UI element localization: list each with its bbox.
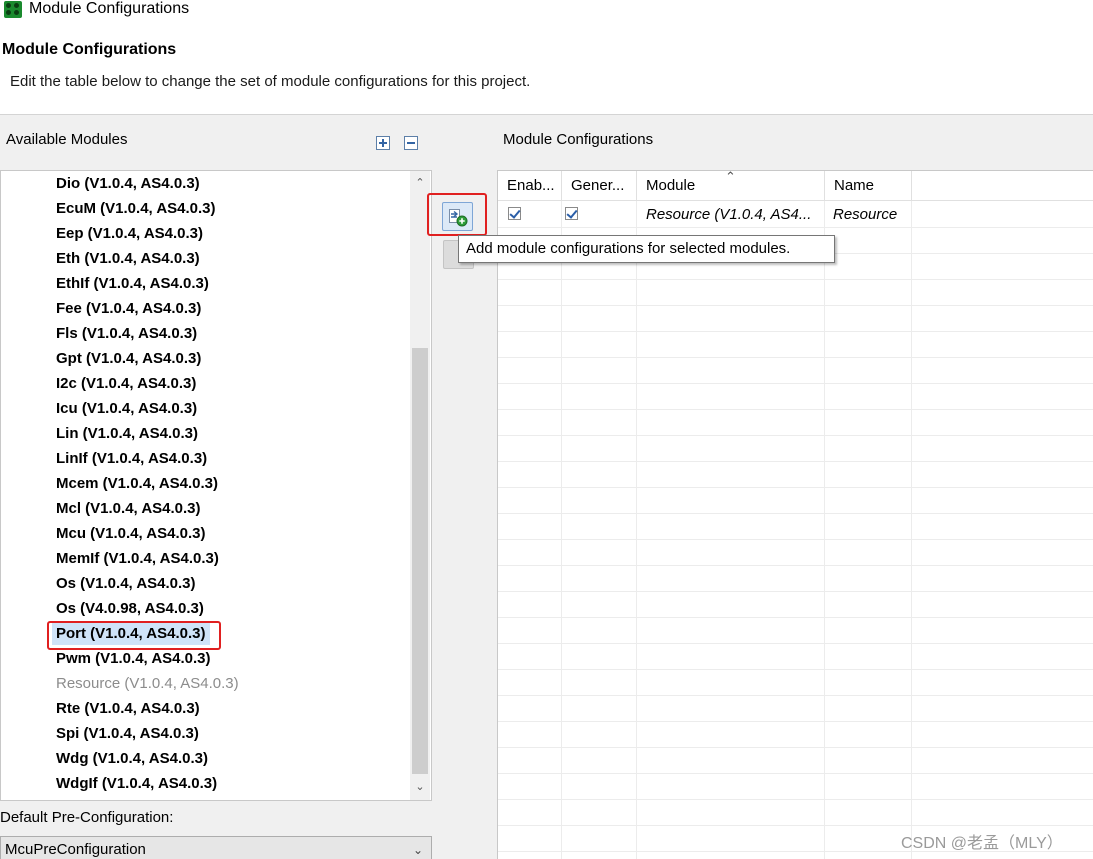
app-grid-icon bbox=[4, 1, 22, 18]
column-divider bbox=[637, 201, 825, 859]
table-grid-line bbox=[498, 539, 1093, 540]
table-grid-line bbox=[498, 747, 1093, 748]
column-divider bbox=[498, 201, 562, 859]
module-list-item[interactable]: EcuM (V1.0.4, AS4.0.3) bbox=[56, 198, 216, 220]
table-grid-line bbox=[498, 565, 1093, 566]
table-grid-line bbox=[498, 305, 1093, 306]
collapse-all-icon[interactable] bbox=[404, 136, 418, 150]
table-grid-line bbox=[498, 721, 1093, 722]
expand-all-icon[interactable] bbox=[376, 136, 390, 150]
module-list-item[interactable]: I2c (V1.0.4, AS4.0.3) bbox=[56, 373, 196, 395]
column-header-empty bbox=[912, 171, 1093, 201]
module-configurations-table[interactable]: Enab... Gener... Module ⌃ Name Resource … bbox=[497, 170, 1093, 859]
title-bar: Module Configurations bbox=[0, 0, 1093, 22]
module-list-item[interactable]: LinIf (V1.0.4, AS4.0.3) bbox=[56, 448, 207, 470]
module-list-item[interactable]: Pwm (V1.0.4, AS4.0.3) bbox=[56, 648, 211, 670]
available-modules-list[interactable]: Dio (V1.0.4, AS4.0.3) EcuM (V1.0.4, AS4.0… bbox=[0, 170, 432, 801]
table-grid-line bbox=[498, 513, 1093, 514]
module-list-item[interactable]: Icu (V1.0.4, AS4.0.3) bbox=[56, 398, 197, 420]
sort-ascending-icon: ⌃ bbox=[725, 170, 736, 184]
module-list-item[interactable]: WdgIf (V1.0.4, AS4.0.3) bbox=[56, 773, 217, 795]
scrollbar-thumb[interactable] bbox=[412, 348, 428, 774]
module-list-item[interactable]: Mcu (V1.0.4, AS4.0.3) bbox=[56, 523, 206, 545]
module-list-item[interactable]: Fee (V1.0.4, AS4.0.3) bbox=[56, 298, 201, 320]
module-list-item[interactable]: Wdg (V1.0.4, AS4.0.3) bbox=[56, 748, 208, 770]
module-list-item[interactable]: Eth (V1.0.4, AS4.0.3) bbox=[56, 248, 200, 270]
table-grid-line bbox=[498, 773, 1093, 774]
selected-module-highlight bbox=[47, 621, 221, 650]
table-grid-line bbox=[498, 357, 1093, 358]
module-list-item[interactable]: Dio (V1.0.4, AS4.0.3) bbox=[56, 173, 200, 195]
table-grid-line bbox=[498, 669, 1093, 670]
available-modules-label: Available Modules bbox=[6, 131, 128, 148]
window-title: Module Configurations bbox=[29, 0, 190, 17]
default-preconfiguration-label: Default Pre-Configuration: bbox=[0, 809, 174, 826]
table-grid-line bbox=[498, 487, 1093, 488]
table-grid-line bbox=[498, 331, 1093, 332]
module-list-item[interactable]: Mcem (V1.0.4, AS4.0.3) bbox=[56, 473, 218, 495]
table-grid-line bbox=[498, 279, 1093, 280]
table-grid-line bbox=[498, 825, 1093, 826]
default-preconfiguration-value: McuPreConfiguration bbox=[5, 841, 146, 858]
table-grid-line bbox=[498, 409, 1093, 410]
watermark: CSDN @老孟（MLY） bbox=[901, 835, 1063, 852]
column-header-generate[interactable]: Gener... bbox=[562, 171, 637, 201]
chevron-down-icon: ⌄ bbox=[412, 843, 423, 857]
module-list-item[interactable]: Fls (V1.0.4, AS4.0.3) bbox=[56, 323, 197, 345]
module-list-item[interactable]: Gpt (V1.0.4, AS4.0.3) bbox=[56, 348, 201, 370]
module-list-item[interactable]: MemIf (V1.0.4, AS4.0.3) bbox=[56, 548, 219, 570]
add-module-config-button[interactable] bbox=[442, 202, 473, 231]
add-module-tooltip: Add module configurations for selected m… bbox=[458, 235, 835, 263]
row-enabled-checkbox[interactable] bbox=[508, 207, 521, 220]
module-list-item[interactable]: Mcl (V1.0.4, AS4.0.3) bbox=[56, 498, 201, 520]
add-module-config-icon bbox=[449, 209, 468, 227]
table-grid-line bbox=[498, 591, 1093, 592]
table-grid-line bbox=[498, 643, 1093, 644]
table-grid-line bbox=[498, 435, 1093, 436]
table-grid-line bbox=[498, 695, 1093, 696]
module-list-item[interactable]: EthIf (V1.0.4, AS4.0.3) bbox=[56, 273, 209, 295]
scroll-up-icon[interactable]: ⌃ bbox=[414, 177, 426, 189]
page-description: Edit the table below to change the set o… bbox=[10, 73, 531, 90]
column-header-name[interactable]: Name bbox=[825, 171, 912, 201]
module-list-item[interactable]: Lin (V1.0.4, AS4.0.3) bbox=[56, 423, 198, 445]
column-divider bbox=[825, 201, 912, 859]
module-list-item[interactable]: Os (V4.0.98, AS4.0.3) bbox=[56, 598, 204, 620]
column-header-module[interactable]: Module ⌃ bbox=[637, 171, 825, 201]
table-grid-line bbox=[498, 461, 1093, 462]
module-list-item[interactable]: Os (V1.0.4, AS4.0.3) bbox=[56, 573, 196, 595]
module-list-item[interactable]: Spi (V1.0.4, AS4.0.3) bbox=[56, 723, 199, 745]
available-modules-scrollbar[interactable]: ⌃ ⌄ bbox=[410, 171, 430, 800]
row-module-cell[interactable]: Resource (V1.0.4, AS4... bbox=[646, 202, 821, 228]
table-grid-line bbox=[498, 617, 1093, 618]
column-divider bbox=[562, 201, 637, 859]
default-preconfiguration-select[interactable]: McuPreConfiguration ⌄ bbox=[0, 836, 432, 859]
module-list-item[interactable]: Rte (V1.0.4, AS4.0.3) bbox=[56, 698, 200, 720]
table-grid-line bbox=[498, 383, 1093, 384]
row-generate-checkbox[interactable] bbox=[565, 207, 578, 220]
module-list-item[interactable]: Resource (V1.0.4, AS4.0.3) bbox=[56, 673, 239, 695]
module-configurations-label: Module Configurations bbox=[503, 131, 654, 148]
table-grid-line bbox=[498, 799, 1093, 800]
page-title: Module Configurations bbox=[2, 41, 177, 58]
column-header-enabled[interactable]: Enab... bbox=[498, 171, 562, 201]
module-list-item[interactable]: Eep (V1.0.4, AS4.0.3) bbox=[56, 223, 203, 245]
column-header-module-label: Module bbox=[646, 177, 696, 194]
scroll-down-icon[interactable]: ⌄ bbox=[414, 781, 426, 793]
row-name-cell[interactable]: Resource bbox=[833, 202, 909, 228]
